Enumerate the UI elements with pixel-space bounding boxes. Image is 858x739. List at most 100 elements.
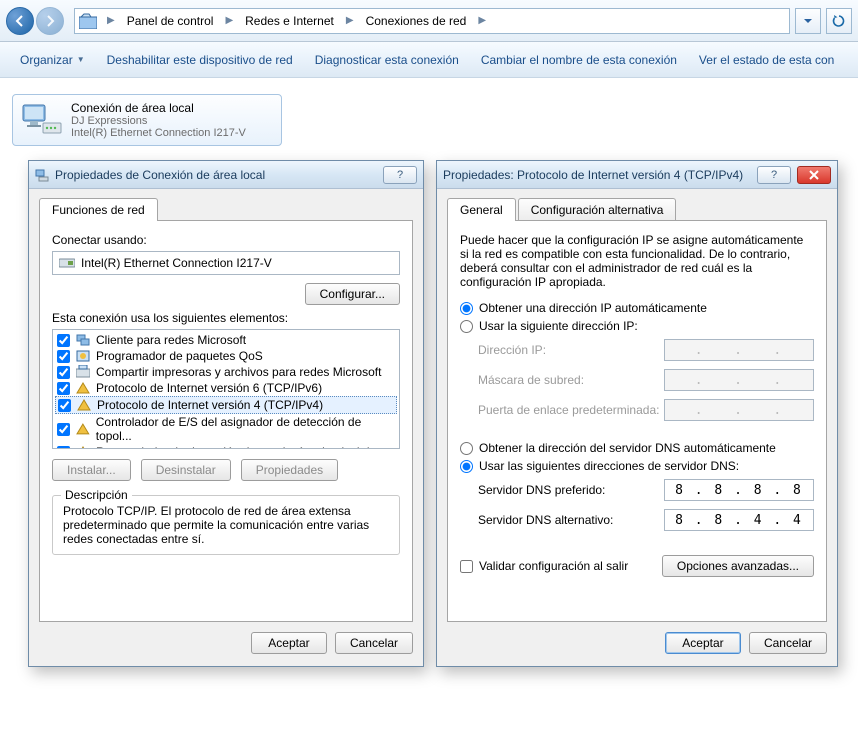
tab-general[interactable]: General xyxy=(447,198,516,221)
cancel-button[interactable]: Cancelar xyxy=(749,632,827,654)
component-checkbox[interactable] xyxy=(57,350,70,363)
component-row[interactable]: Protocolo de Internet versión 6 (TCP/IPv… xyxy=(55,380,397,396)
close-button[interactable] xyxy=(797,166,831,184)
crumb-control-panel[interactable]: Panel de control xyxy=(121,12,220,30)
component-label: Cliente para redes Microsoft xyxy=(96,333,246,347)
command-bar: Organizar ▼ Deshabilitar este dispositiv… xyxy=(0,42,858,78)
content-pane: Conexión de área local DJ Expressions In… xyxy=(0,78,858,162)
dns2-field[interactable]: 8 . 8 . 4 . 4 xyxy=(664,509,814,531)
nav-buttons xyxy=(6,7,66,35)
chevron-right-icon: ▶ xyxy=(105,15,117,26)
component-row[interactable]: Protocolo de Internet versión 4 (TCP/IPv… xyxy=(55,396,397,414)
component-row[interactable]: Respondedor de detección de topologías d… xyxy=(55,444,397,449)
radio-manual-dns-input[interactable] xyxy=(460,460,473,473)
configure-button[interactable]: Configurar... xyxy=(305,283,400,305)
description-text: Protocolo TCP/IP. El protocolo de red de… xyxy=(63,504,389,546)
radio-auto-ip-label: Obtener una dirección IP automáticamente xyxy=(479,301,707,315)
description-heading: Descripción xyxy=(61,488,132,502)
radio-manual-ip-label: Usar la siguiente dirección IP: xyxy=(479,319,638,333)
back-button[interactable] xyxy=(6,7,34,35)
chevron-right-icon: ▶ xyxy=(344,15,356,26)
component-row[interactable]: Controlador de E/S del asignador de dete… xyxy=(55,414,397,444)
component-icon xyxy=(76,365,90,379)
radio-auto-ip[interactable]: Obtener una dirección IP automáticamente xyxy=(460,299,814,317)
ok-button[interactable]: Aceptar xyxy=(251,632,327,654)
view-status-button[interactable]: Ver el estado de esta con xyxy=(689,49,844,71)
radio-manual-ip[interactable]: Usar la siguiente dirección IP: xyxy=(460,317,814,335)
component-checkbox[interactable] xyxy=(57,446,70,450)
cancel-button[interactable]: Cancelar xyxy=(335,632,413,654)
component-icon xyxy=(77,398,91,412)
network-shield-icon xyxy=(79,13,97,29)
crumb-network-internet[interactable]: Redes e Internet xyxy=(239,12,340,30)
ip-field: . . . xyxy=(664,339,814,361)
connection-icon xyxy=(21,101,63,137)
radio-manual-dns[interactable]: Usar las siguientes direcciones de servi… xyxy=(460,457,814,475)
ok-button[interactable]: Aceptar xyxy=(665,632,741,654)
validate-checkbox-row[interactable]: Validar configuración al salir xyxy=(460,559,628,573)
component-row[interactable]: Cliente para redes Microsoft xyxy=(55,332,397,348)
tab-alt-config[interactable]: Configuración alternativa xyxy=(518,198,677,221)
radio-auto-dns[interactable]: Obtener la dirección del servidor DNS au… xyxy=(460,439,814,457)
advanced-button[interactable]: Opciones avanzadas... xyxy=(662,555,814,577)
radio-auto-dns-label: Obtener la dirección del servidor DNS au… xyxy=(479,441,776,455)
ipv4-properties-dialog: Propiedades: Protocolo de Internet versi… xyxy=(436,160,838,667)
component-icon xyxy=(76,349,90,363)
breadcrumb[interactable]: ▶ Panel de control ▶ Redes e Internet ▶ … xyxy=(74,8,790,34)
address-dropdown-button[interactable] xyxy=(795,8,821,34)
organize-label: Organizar xyxy=(20,53,73,67)
ip-label: Dirección IP: xyxy=(478,343,664,357)
component-icon xyxy=(76,422,90,436)
dialog-title-bar[interactable]: Propiedades de Conexión de área local ? xyxy=(29,161,423,189)
component-checkbox[interactable] xyxy=(57,382,70,395)
install-button[interactable]: Instalar... xyxy=(52,459,131,481)
adapter-name: Intel(R) Ethernet Connection I217-V xyxy=(81,256,272,270)
component-checkbox[interactable] xyxy=(57,334,70,347)
components-list[interactable]: Cliente para redes Microsoft Programador … xyxy=(52,329,400,449)
component-checkbox[interactable] xyxy=(57,366,70,379)
component-label: Respondedor de detección de topologías d… xyxy=(96,445,395,449)
dialog-title-bar[interactable]: Propiedades: Protocolo de Internet versi… xyxy=(437,161,837,189)
dialog-title: Propiedades: Protocolo de Internet versi… xyxy=(443,168,743,182)
component-icon xyxy=(76,445,90,449)
forward-button[interactable] xyxy=(36,7,64,35)
organize-menu[interactable]: Organizar ▼ xyxy=(10,49,95,71)
help-button[interactable]: ? xyxy=(757,166,791,184)
dialog-title: Propiedades de Conexión de área local xyxy=(55,168,265,182)
disable-device-button[interactable]: Deshabilitar este dispositivo de red xyxy=(97,49,303,71)
component-label: Compartir impresoras y archivos para red… xyxy=(96,365,381,379)
component-row[interactable]: Programador de paquetes QoS xyxy=(55,348,397,364)
component-icon xyxy=(76,333,90,347)
adapter-icon xyxy=(59,256,75,270)
gateway-field: . . . xyxy=(664,399,814,421)
validate-label: Validar configuración al salir xyxy=(479,559,628,573)
component-checkbox[interactable] xyxy=(58,399,71,412)
component-icon xyxy=(76,381,90,395)
uninstall-button[interactable]: Desinstalar xyxy=(141,459,231,481)
connection-adapter: Intel(R) Ethernet Connection I217-V xyxy=(71,127,246,139)
dns2-label: Servidor DNS alternativo: xyxy=(478,513,664,527)
radio-auto-dns-input[interactable] xyxy=(460,442,473,455)
help-button[interactable]: ? xyxy=(383,166,417,184)
properties-button[interactable]: Propiedades xyxy=(241,459,338,481)
chevron-right-icon: ▶ xyxy=(476,15,488,26)
diagnose-button[interactable]: Diagnosticar esta conexión xyxy=(305,49,469,71)
dns1-field[interactable]: 8 . 8 . 8 . 8 xyxy=(664,479,814,501)
gateway-label: Puerta de enlace predeterminada: xyxy=(478,403,664,417)
component-row[interactable]: Compartir impresoras y archivos para red… xyxy=(55,364,397,380)
radio-auto-ip-input[interactable] xyxy=(460,302,473,315)
rename-button[interactable]: Cambiar el nombre de esta conexión xyxy=(471,49,687,71)
validate-checkbox[interactable] xyxy=(460,560,473,573)
component-label: Protocolo de Internet versión 6 (TCP/IPv… xyxy=(96,381,322,395)
component-checkbox[interactable] xyxy=(57,423,70,436)
connection-item[interactable]: Conexión de área local DJ Expressions In… xyxy=(12,94,282,146)
mask-field: . . . xyxy=(664,369,814,391)
refresh-button[interactable] xyxy=(826,8,852,34)
tab-network-functions[interactable]: Funciones de red xyxy=(39,198,158,221)
connection-title: Conexión de área local xyxy=(71,101,246,115)
connection-network: DJ Expressions xyxy=(71,115,246,127)
radio-manual-ip-input[interactable] xyxy=(460,320,473,333)
crumb-network-connections[interactable]: Conexiones de red xyxy=(360,12,473,30)
component-label: Programador de paquetes QoS xyxy=(96,349,263,363)
chevron-down-icon: ▼ xyxy=(77,55,85,64)
